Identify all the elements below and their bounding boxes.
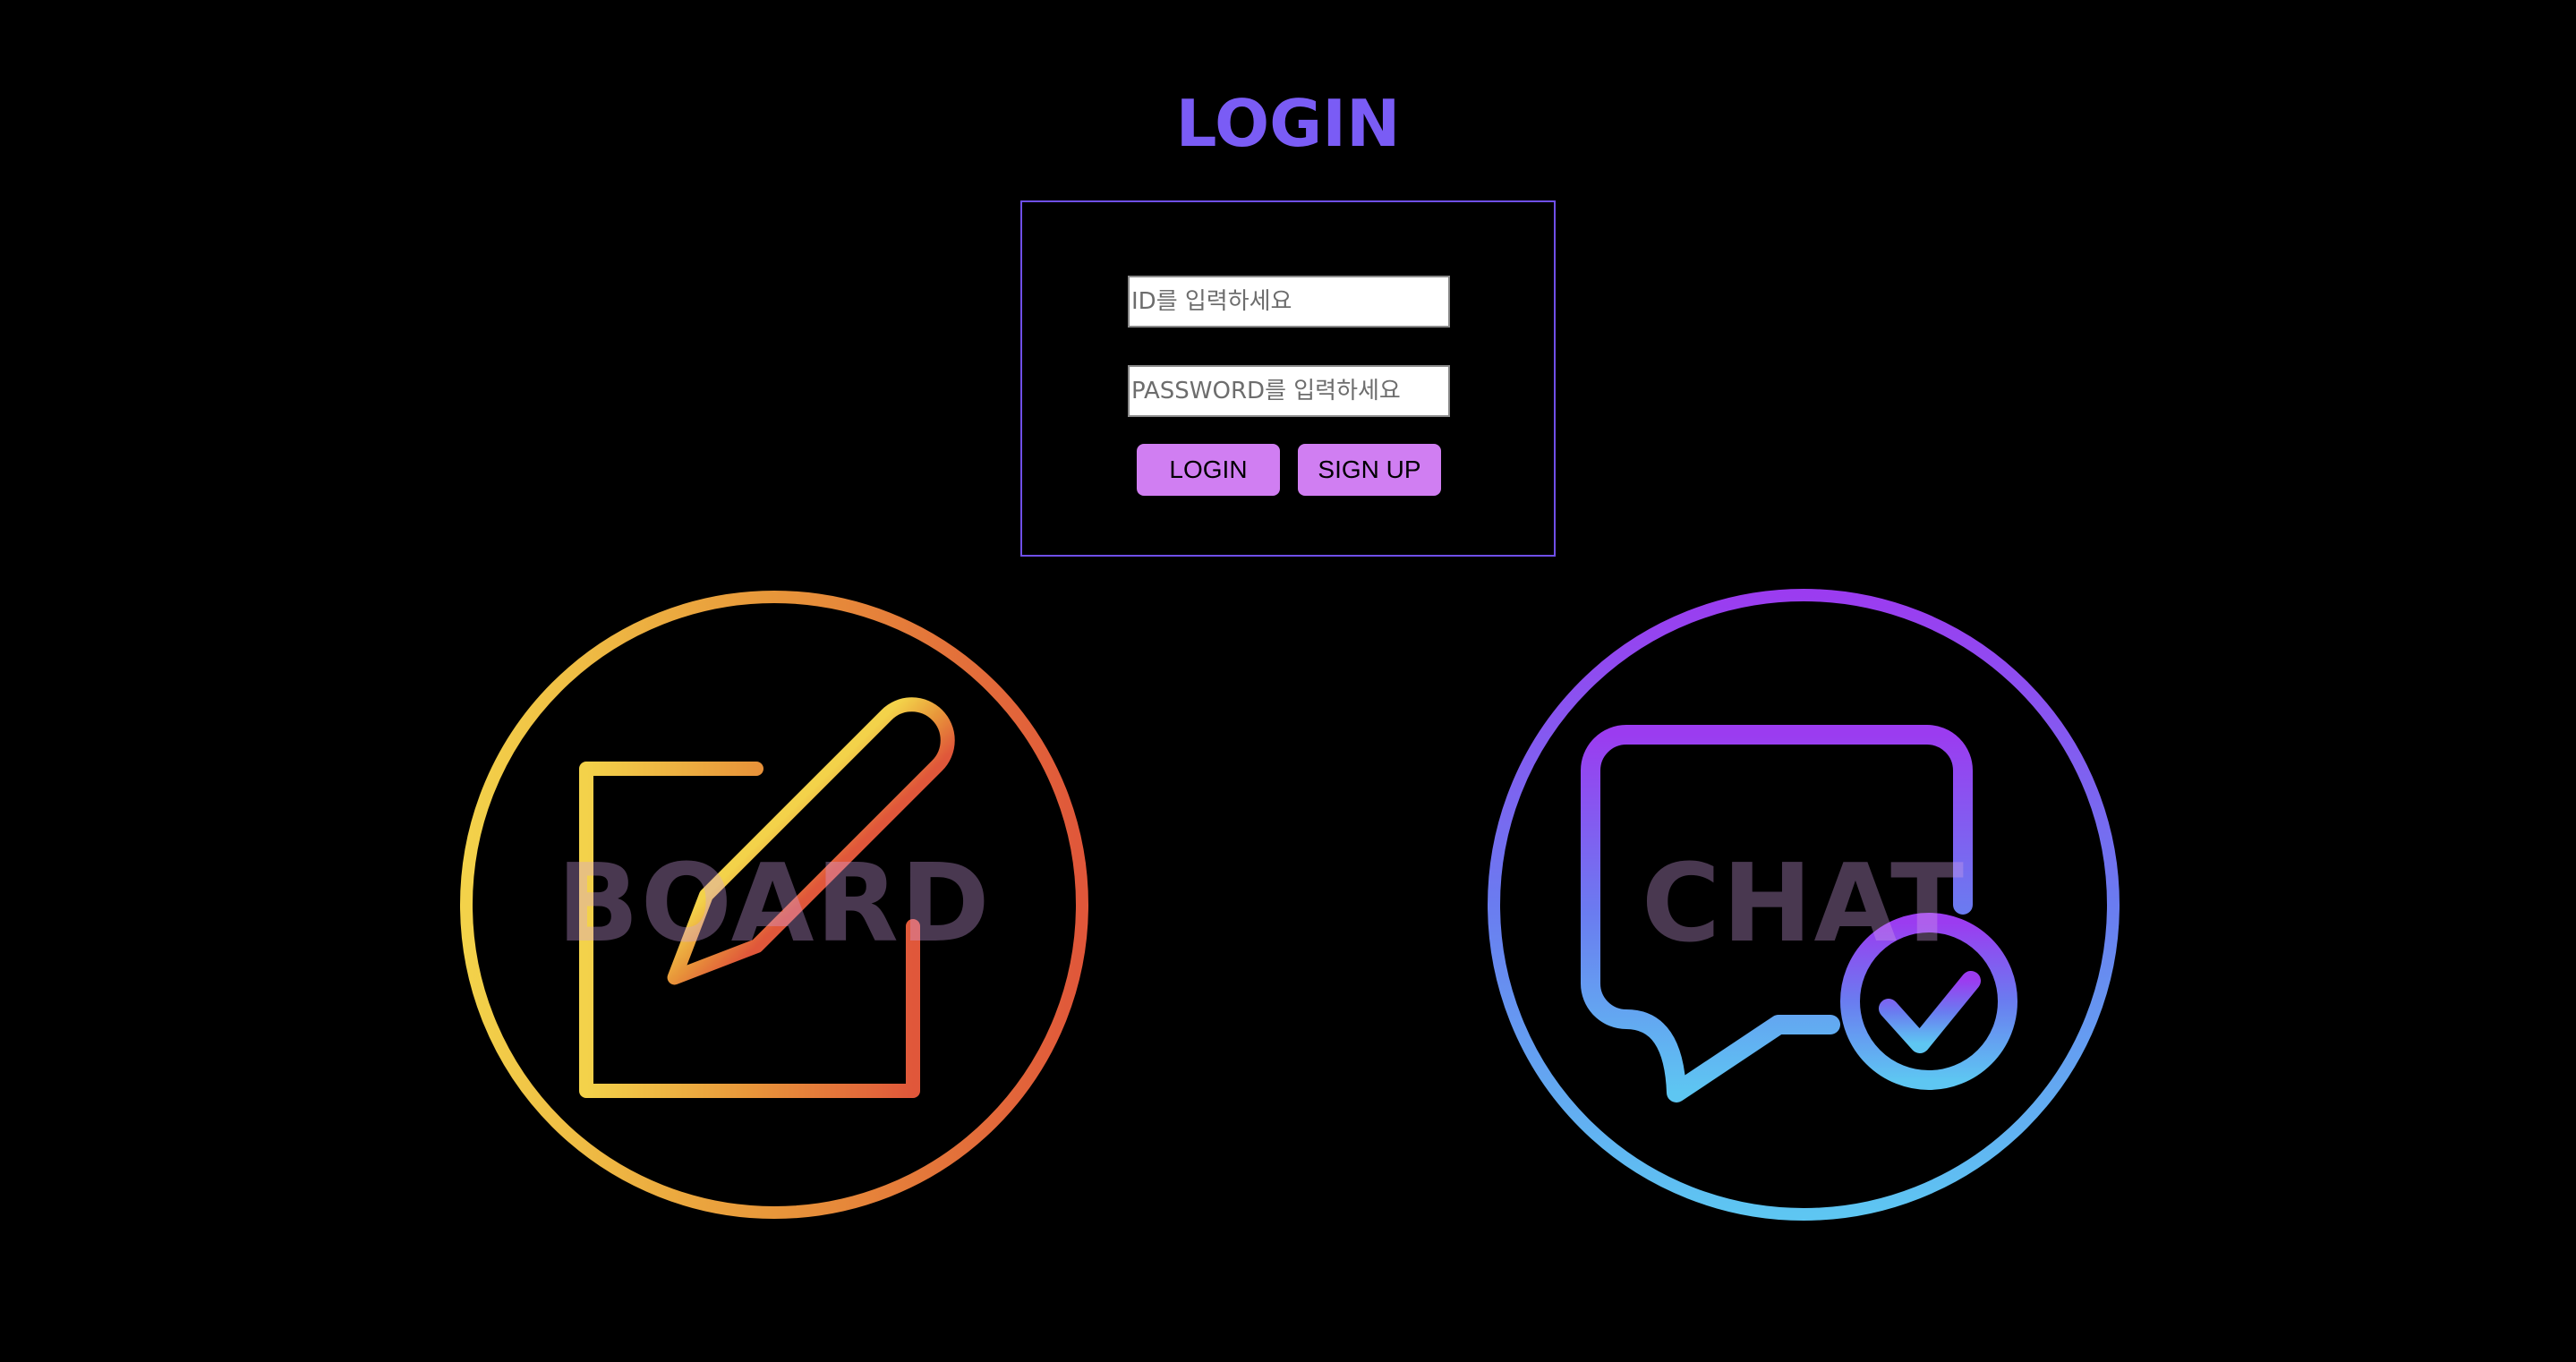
password-input[interactable]	[1128, 365, 1450, 417]
chat-link[interactable]: CHAT	[1481, 583, 2126, 1227]
edit-note-icon	[460, 591, 1088, 1219]
id-input[interactable]	[1128, 276, 1450, 328]
login-form: LOGIN SIGN UP	[1020, 200, 1556, 557]
login-button[interactable]: LOGIN	[1137, 444, 1280, 496]
chat-check-icon	[1488, 589, 2120, 1221]
board-link[interactable]: BOARD	[452, 583, 1096, 1227]
login-page: LOGIN LOGIN SIGN UP	[0, 0, 2576, 1362]
signup-button[interactable]: SIGN UP	[1298, 444, 1441, 496]
page-title: LOGIN	[1175, 86, 1401, 161]
